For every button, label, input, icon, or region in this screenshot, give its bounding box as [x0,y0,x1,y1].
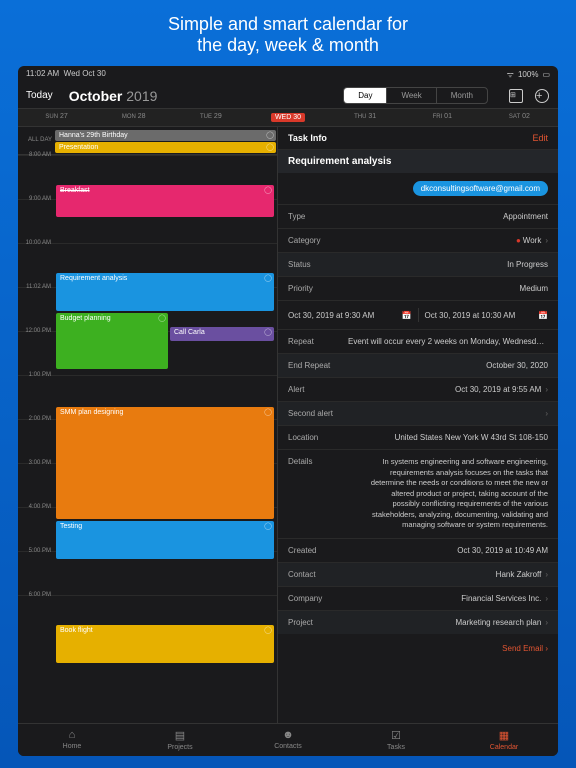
day-column[interactable]: SUN 27 [18,109,95,126]
calendar-header: Today October 2019 Day Week Month ⊞ + [18,83,558,108]
weekday-row: SUN 27MON 28TUE 29WED 30THU 31FRI 01SAT … [18,108,558,127]
contact-row[interactable]: ContactHank Zakroff› [278,562,558,586]
calendar-event[interactable]: Budget planning◯ [56,313,168,369]
calendar-event[interactable]: Breakfast◯ [56,185,274,217]
tab-contacts[interactable]: ☻Contacts [234,729,342,751]
date-range[interactable]: Oct 30, 2019 at 9:30 AM📅 Oct 30, 2019 at… [278,300,558,329]
day-column[interactable]: MON 28 [95,109,172,126]
tab-calendar[interactable]: ▦Calendar [450,729,558,751]
promo-headline: Simple and smart calendar for the day, w… [0,0,576,66]
task-title: Requirement analysis [278,150,558,173]
today-button[interactable]: Today [26,90,53,101]
project-row[interactable]: ProjectMarketing research plan› [278,610,558,634]
allday-event[interactable]: Hanna's 29th Birthday◯ [55,130,276,141]
seg-day[interactable]: Day [344,88,386,103]
add-icon[interactable]: + [534,88,550,104]
allday-event[interactable]: Presentation◯ [55,142,276,153]
calendar-event[interactable]: Requirement analysis◯ [56,273,274,311]
calendar-event[interactable]: SMM plan designing◯ [56,407,274,519]
battery-icon: ▭ [542,70,550,79]
month-label[interactable]: October 2019 [69,88,158,104]
edit-button[interactable]: Edit [532,133,548,143]
email-pill[interactable]: dkconsultingsoftware@gmail.com [413,181,548,196]
tab-tasks[interactable]: ☑Tasks [342,729,450,751]
seg-month[interactable]: Month [436,88,487,103]
second-alert-row[interactable]: Second alert› [278,401,558,425]
calendar-event[interactable]: Call Carla◯ [170,327,274,341]
tab-home[interactable]: ⌂Home [18,729,126,751]
calendar-event[interactable]: Testing◯ [56,521,274,559]
wifi-icon: ᯤ [507,69,514,80]
day-column[interactable]: TUE 29 [172,109,249,126]
calendar-start-icon: 📅 [402,311,412,320]
tab-projects[interactable]: ▤Projects [126,729,234,751]
allday-row: ALL DAY Hanna's 29th Birthday◯Presentati… [18,127,277,155]
status-bar: 11:02 AM Wed Oct 30 ᯤ100%▭ [18,66,558,83]
category-row[interactable]: Category●Work› [278,228,558,252]
calendar-end-icon: 📅 [538,311,548,320]
device-frame: 11:02 AM Wed Oct 30 ᯤ100%▭ Today October… [18,66,558,756]
day-column[interactable]: FRI 01 [404,109,481,126]
calendar-event[interactable]: Book flight◯ [56,625,274,663]
grid-icon[interactable]: ⊞ [508,88,524,104]
company-row[interactable]: CompanyFinancial Services Inc.› [278,586,558,610]
task-info-panel: Task Info Edit Requirement analysis dkco… [278,127,558,723]
day-column[interactable]: THU 31 [327,109,404,126]
alert-row[interactable]: AlertOct 30, 2019 at 9:55 AM› [278,377,558,401]
calendar-timeline[interactable]: ALL DAY Hanna's 29th Birthday◯Presentati… [18,127,278,723]
panel-title: Task Info [288,133,327,143]
day-column[interactable]: WED 30 [249,109,326,126]
seg-week[interactable]: Week [386,88,435,103]
day-column[interactable]: SAT 02 [481,109,558,126]
view-segmented-control[interactable]: Day Week Month [343,87,488,104]
tab-bar: ⌂Home▤Projects☻Contacts☑Tasks▦Calendar [18,723,558,756]
send-email-button[interactable]: Send Email › [278,634,558,663]
